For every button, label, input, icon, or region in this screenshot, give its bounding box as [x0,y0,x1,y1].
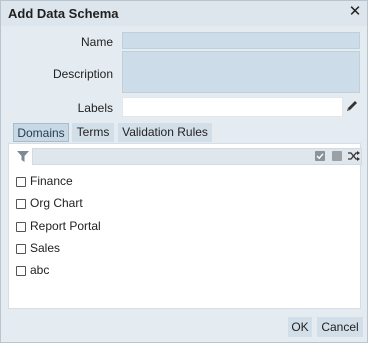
shuffle-icon[interactable] [348,151,360,161]
tab-terms[interactable]: Terms [72,123,114,142]
domain-checkbox[interactable] [16,266,26,277]
domain-checkbox[interactable] [16,177,26,187]
domain-label: Finance [30,174,73,188]
labels-label: Labels [77,101,113,115]
filter-icon [17,151,29,162]
dialog-title: Add Data Schema [8,6,119,21]
domain-label: Sales [30,240,61,255]
domain-checkbox[interactable] [16,243,26,254]
labels-input[interactable] [122,97,343,117]
edit-pencil-icon[interactable] [345,99,359,113]
domain-checkbox[interactable] [16,221,26,232]
dialog-titlebar[interactable]: Add Data Schema ✕ [1,1,367,26]
add-data-schema-dialog: Add Data Schema ✕ Name Description Label… [0,0,368,343]
domain-checkbox[interactable] [16,199,26,210]
tab-domains[interactable]: Domains [13,123,69,142]
deselect-all-icon[interactable] [332,151,342,161]
domain-label: Org Chart [30,196,83,211]
filter-input[interactable] [32,148,362,165]
description-label: Description [52,67,113,81]
filter-bar [15,148,362,165]
description-input[interactable] [122,51,360,93]
domain-label: abc [30,263,50,278]
select-all-icon[interactable] [315,151,325,161]
close-icon[interactable]: ✕ [348,4,362,20]
name-label: Name [80,35,113,49]
tab-validation-rules[interactable]: Validation Rules [118,123,212,142]
name-input[interactable] [122,32,360,49]
domains-panel: Finance Org Chart Report Portal Sales ab… [8,143,362,309]
domain-label: Report Portal [30,218,101,233]
ok-button[interactable]: OK [288,317,312,337]
cancel-button[interactable]: Cancel [317,317,363,337]
